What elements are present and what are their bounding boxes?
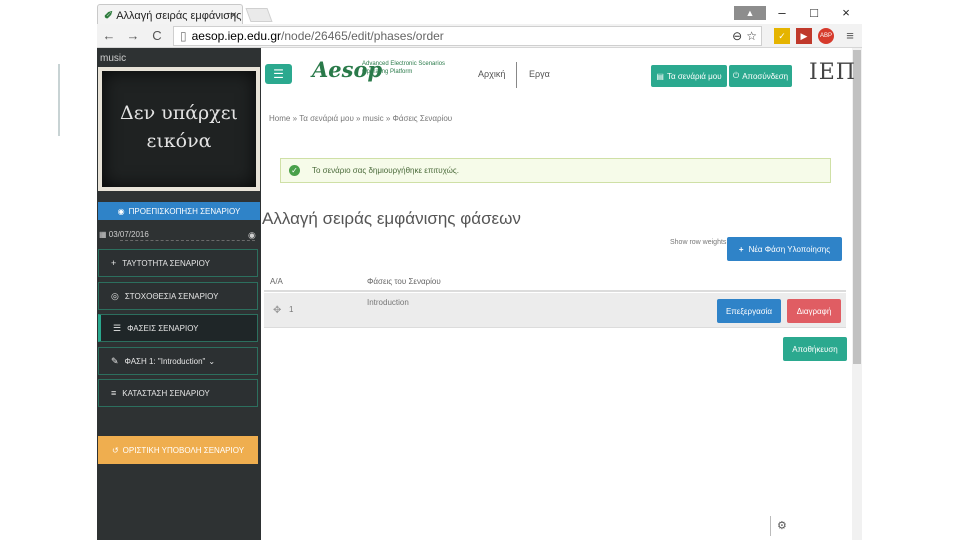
sidebar-item-label: ΤΑΥΤΟΤΗΤΑ ΣΕΝΑΡΙΟΥ (122, 258, 210, 268)
chevron-down-icon: ⌄ (208, 356, 216, 366)
address-bar[interactable]: ▯ aesop.iep.edu.gr/node/26465/edit/phase… (173, 25, 762, 46)
close-window-button[interactable]: × (830, 5, 862, 20)
bookmark-star-icon[interactable]: ☆ (746, 29, 757, 43)
hamburger-menu-icon[interactable]: ☰ (265, 64, 292, 84)
menu-lines-icon: ≡ (111, 388, 117, 398)
breadcrumb[interactable]: Home » Τα σενάριά μου » music » Φάσεις Σ… (269, 114, 452, 123)
aesop-logo-subtitle: Advanced Electronic Scenarios Operating … (362, 61, 446, 75)
tab-title: Αλλαγή σειράς εμφάνισης (116, 10, 242, 22)
tab-close-icon[interactable]: × (230, 8, 237, 22)
back-icon[interactable]: ← (97, 28, 121, 43)
eye-icon: ◉ (117, 206, 125, 216)
logout-button[interactable]: ⏻ Αποσύνδεση (729, 65, 792, 87)
footer-divider (770, 516, 771, 536)
media-icon[interactable]: ▶ (796, 27, 812, 44)
new-phase-label: Νέα Φάση Υλοποίησης (748, 244, 831, 254)
delete-button[interactable]: Διαγραφή (787, 299, 841, 323)
submit-icon: ↺ (111, 445, 119, 455)
sidebar-item-label: ΦΑΣΕΙΣ ΣΕΝΑΡΙΟΥ (127, 323, 199, 333)
url-host: aesop.iep.edu.gr (191, 28, 282, 43)
edit-icon: ✎ (111, 355, 119, 366)
save-button[interactable]: Αποθήκευση (783, 337, 847, 361)
scenario-date: ▦ 03/07/2016 (99, 230, 149, 239)
preview-label: ΠΡΟΕΠΙΣΚΟΠΗΣΗ ΣΕΝΑΡΙΟΥ (128, 206, 241, 216)
preview-scenario-button[interactable]: ◉ ΠΡΟΕΠΙΣΚΟΠΗΣΗ ΣΕΝΑΡΙΟΥ (98, 202, 260, 220)
sidebar-item-phases[interactable]: ☰ ΦΑΣΕΙΣ ΣΕΝΑΡΙΟΥ (98, 314, 258, 342)
plus-circle-icon: + (111, 258, 117, 268)
scenario-title: music (100, 53, 127, 64)
plus-icon: + (738, 244, 744, 254)
new-phase-button[interactable]: + Νέα Φάση Υλοποίησης (727, 237, 842, 261)
sidebar-item-phase-1[interactable]: ✎ ΦΑΣΗ 1: "Introduction" ⌄ (98, 347, 258, 375)
column-header-number: Α/Α (270, 277, 283, 286)
image-placeholder-line2: εικόνα (146, 130, 212, 152)
window-controls: ▲ – □ × (734, 2, 862, 22)
browser-toolbar: ← → C ▯ aesop.iep.edu.gr/node/26465/edit… (97, 24, 862, 48)
scenario-image-placeholder: Δεν υπάρχει εικόνα (98, 67, 260, 191)
row-number: 1 (289, 305, 294, 314)
nav-divider (516, 62, 517, 88)
submit-label: ΟΡΙΣΤΙΚΗ ΥΠΟΒΟΛΗ ΣΕΝΑΡΙΟΥ (122, 445, 245, 455)
date-text: 03/07/2016 (108, 230, 149, 239)
table-header: Α/Α Φάσεις του Σεναρίου (264, 270, 846, 292)
drag-handle-icon[interactable]: ✥ (273, 305, 281, 316)
calendar-icon: ▦ (99, 230, 109, 239)
reload-icon[interactable]: C (145, 28, 169, 43)
final-submit-button[interactable]: ↺ ΟΡΙΣΤΙΚΗ ΥΠΟΒΟΛΗ ΣΕΝΑΡΙΟΥ (98, 436, 258, 464)
adblock-icon[interactable]: ABP (818, 27, 834, 44)
success-alert: ✓ Το σενάριο σας δημιουργήθηκε επιτυχώς. (280, 158, 831, 183)
user-icon[interactable]: ▲ (734, 4, 766, 20)
forward-icon[interactable]: → (121, 28, 145, 43)
column-header-phases: Φάσεις του Σεναρίου (367, 277, 441, 286)
my-scenarios-label: Τα σενάριά μου (666, 71, 722, 81)
list-icon: ☰ (113, 322, 122, 333)
sidebar-divider (120, 240, 255, 241)
sidebar-item-label: ΚΑΤΑΣΤΑΣΗ ΣΕΝΑΡΙΟΥ (122, 388, 210, 398)
show-row-weights-link[interactable]: Show row weights (670, 239, 726, 246)
logout-label: Αποσύνδεση (742, 71, 789, 81)
sidebar-item-label: ΦΑΣΗ 1: "Introduction" (124, 356, 206, 366)
page-title: Αλλαγή σειράς εμφάνισης φάσεων (262, 209, 521, 228)
my-scenarios-button[interactable]: ▤ Τα σενάριά μου (651, 65, 727, 87)
edit-button[interactable]: Επεξεργασία (717, 299, 781, 323)
new-tab-button[interactable] (245, 8, 273, 22)
sidebar-item-identity[interactable]: + ΤΑΥΤΟΤΗΤΑ ΣΕΝΑΡΙΟΥ (98, 249, 258, 277)
maximize-button[interactable]: □ (798, 5, 830, 20)
slide-accent-line (58, 64, 60, 136)
check-icon: ✓ (289, 165, 300, 176)
menu-icon[interactable]: ≡ (838, 28, 862, 43)
table-row: ✥ 1 Introduction Επεξεργασία Διαγραφή (264, 293, 846, 328)
gears-icon[interactable]: ⚙ (777, 519, 787, 532)
alert-text: Το σενάριο σας δημιουργήθηκε επιτυχώς. (312, 166, 459, 175)
target-icon: ◎ (111, 290, 119, 301)
image-placeholder-line1: Δεν υπάρχει (120, 102, 238, 124)
nav-home-link[interactable]: Αρχική (478, 69, 505, 79)
sidebar-item-status[interactable]: ≡ ΚΑΤΑΣΤΑΣΗ ΣΕΝΑΡΙΟΥ (98, 379, 258, 407)
nav-works-link[interactable]: Εργα (529, 69, 550, 79)
file-icon: ▤ (656, 71, 664, 81)
phase-name: Introduction (367, 298, 409, 307)
browser-tab[interactable]: ✐ Αλλαγή σειράς εμφάνισης × (97, 4, 243, 25)
sidebar-item-goals[interactable]: ◎ ΣΤΟΧΟΘΕΣΙΑ ΣΕΝΑΡΙΟΥ (98, 282, 258, 310)
scrollbar-thumb[interactable] (853, 50, 861, 364)
norton-icon[interactable]: ✓ (774, 27, 790, 44)
iep-logo: ΙΕΠ (809, 60, 856, 85)
page-icon: ▯ (180, 28, 187, 43)
power-icon: ⏻ (732, 71, 740, 80)
minimize-button[interactable]: – (766, 5, 798, 20)
aesop-favicon-icon: ✐ (104, 10, 114, 22)
url-path: /node/26465/edit/phases/order (281, 28, 444, 43)
zoom-icon[interactable]: ⊖ (732, 29, 742, 43)
sidebar-item-label: ΣΤΟΧΟΘΕΣΙΑ ΣΕΝΑΡΙΟΥ (124, 291, 219, 301)
